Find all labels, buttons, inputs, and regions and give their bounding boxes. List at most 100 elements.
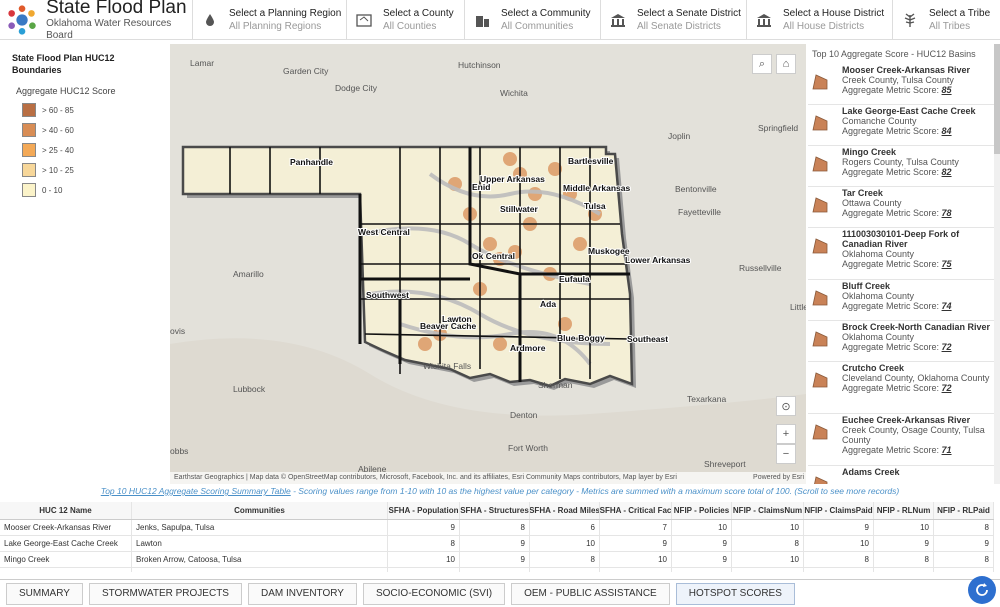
table-row[interactable]: Tar CreekMiami, Commerce, North Miami, P… — [0, 568, 994, 572]
zoom-in-button[interactable]: + — [776, 424, 796, 444]
table-cell: 10 — [600, 568, 672, 572]
basin-name: Lake George-East Cache Creek — [842, 106, 976, 116]
score-label: Aggregate Metric Score: — [842, 85, 942, 95]
tab-oem-public-assistance[interactable]: OEM - PUBLIC ASSISTANCE — [511, 582, 670, 605]
column-header[interactable]: NFIP - Policies — [672, 502, 732, 519]
selector-label: Select a Tribe — [929, 8, 991, 19]
table-cell: 8 — [934, 552, 994, 567]
basin-list-item[interactable]: Tar Creek Ottawa County Aggregate Metric S… — [808, 187, 994, 228]
column-header[interactable]: NFIP - RLNum — [874, 502, 934, 519]
basin-list-item[interactable]: Lake George-East Cache Creek Comanche Cou… — [808, 105, 994, 146]
place-label: Russellville — [739, 263, 782, 273]
place-label: Shreveport — [704, 459, 746, 469]
brand-logo-icon — [8, 4, 36, 35]
basin-score[interactable]: 72 — [942, 383, 952, 393]
column-header[interactable]: SFHA - Road Miles — [530, 502, 600, 519]
app-subtitle: Oklahoma Water Resources Board — [46, 17, 172, 41]
table-cell: 8 — [530, 568, 600, 572]
scoring-table[interactable]: HUC 12 Name Communities SFHA - Population S… — [0, 502, 994, 572]
table-row[interactable]: Mingo Creek Broken Arrow, Catoosa, Tulsa 1… — [0, 552, 994, 568]
place-label: Wichita — [500, 88, 528, 98]
column-header[interactable]: Communities — [132, 502, 388, 519]
basin-score[interactable]: 78 — [942, 208, 952, 218]
basin-score[interactable]: 82 — [942, 167, 952, 177]
basin-score[interactable]: 72 — [942, 342, 952, 352]
selector-label: Select a Community — [501, 8, 591, 19]
top10-scrollbar-thumb[interactable] — [994, 44, 1000, 154]
basin-name: Euchee Creek-Arkansas River — [842, 415, 971, 425]
community-selector[interactable]: Select a Community All Communities — [464, 0, 600, 40]
basin-score[interactable]: 84 — [942, 126, 952, 136]
basin-shape-icon — [812, 115, 828, 131]
column-header[interactable]: SFHA - Structures — [460, 502, 530, 519]
selector-value: All Planning Regions — [229, 21, 322, 32]
oklahoma-map[interactable]: Lamar Garden City Dodge City Hutchinson Wich… — [170, 44, 806, 484]
top10-basins-panel[interactable]: Top 10 Aggregate Score - HUC12 Basins Mo… — [808, 44, 994, 484]
tab-socio-economic-svi[interactable]: SOCIO-ECONOMIC (SVI) — [362, 582, 506, 605]
capitol-icon — [757, 14, 771, 27]
score-label: Aggregate Metric Score: — [842, 383, 942, 393]
basin-name: Crutcho Creek — [842, 363, 905, 373]
region-label: Panhandle — [290, 157, 333, 167]
tab-stormwater-projects[interactable]: STORMWATER PROJECTS — [88, 582, 242, 605]
basin-score[interactable]: 85 — [942, 85, 952, 95]
place-label: Sherman — [538, 380, 573, 390]
tab-hotspot-scores[interactable]: HOTSPOT SCORES — [675, 582, 795, 605]
legend-item: 0 - 10 — [4, 180, 170, 200]
map-home-button[interactable]: ⌂ — [776, 54, 796, 74]
planning-region-selector[interactable]: Select a Planning Region All Planning Reg… — [192, 0, 346, 40]
column-header[interactable]: NFIP - ClaimsPaid — [804, 502, 874, 519]
column-header[interactable]: SFHA - Critical Fac — [600, 502, 672, 519]
table-row[interactable]: Lake George-East Cache Creek Lawton 8 9 10 9 9… — [0, 536, 994, 552]
basin-score[interactable]: 75 — [942, 259, 952, 269]
selector-label: Select a Planning Region — [229, 8, 342, 19]
column-header[interactable]: NFIP - ClaimsNum — [732, 502, 804, 519]
basin-list-item[interactable]: Adams Creek — [808, 466, 994, 484]
place-label: Lamar — [190, 58, 214, 68]
tab-summary[interactable]: SUMMARY — [6, 582, 83, 605]
selector-value: All Counties — [383, 21, 437, 32]
map-search-button[interactable]: ⌕ — [752, 54, 772, 74]
table-cell: 8 — [874, 568, 934, 572]
basin-list-item[interactable]: 111003030101-Deep Fork of Canadian River… — [808, 228, 994, 280]
basin-score[interactable]: 71 — [942, 445, 952, 455]
refresh-button[interactable] — [968, 576, 996, 604]
table-cell: 10 — [804, 536, 874, 551]
column-header[interactable]: SFHA - Population — [388, 502, 460, 519]
map-view[interactable]: Lamar Garden City Dodge City Hutchinson Wich… — [170, 44, 806, 484]
column-header[interactable]: HUC 12 Name — [0, 502, 132, 519]
basin-list-item[interactable]: Euchee Creek-Arkansas River Creek County,… — [808, 414, 994, 466]
legend-label: > 40 - 60 — [42, 125, 74, 135]
table-cell: 9 — [388, 520, 460, 535]
county-selector[interactable]: Select a County All Counties — [346, 0, 464, 40]
house-district-selector[interactable]: Select a House District All House Distric… — [746, 0, 892, 40]
basin-county: Rogers County, Tulsa County — [842, 157, 959, 167]
region-label: Tulsa — [584, 201, 606, 211]
tab-dam-inventory[interactable]: DAM INVENTORY — [247, 582, 357, 605]
basin-list-item[interactable]: Bluff Creek Oklahoma County Aggregate Metr… — [808, 280, 994, 321]
basin-county: Oklahoma County — [842, 332, 915, 342]
basin-list-item[interactable]: Mooser Creek-Arkansas River Creek County,… — [808, 64, 994, 105]
basin-list-item[interactable]: Crutcho Creek Cleveland County, Oklahoma … — [808, 362, 994, 414]
basin-list-item[interactable]: Brock Creek-North Canadian River Oklahoma… — [808, 321, 994, 362]
basin-score-row: Aggregate Metric Score: 85 — [842, 85, 970, 95]
basin-list-item[interactable]: Mingo Creek Rogers County, Tulsa County Ag… — [808, 146, 994, 187]
table-row[interactable]: Mooser Creek-Arkansas River Jenks, Sapulp… — [0, 520, 994, 536]
basin-score[interactable]: 74 — [942, 301, 952, 311]
tribe-selector[interactable]: Select a Tribe All Tribes — [892, 0, 994, 40]
hotspot-marker — [493, 337, 507, 351]
top10-title: Top 10 Aggregate Score - HUC12 Basins — [812, 49, 976, 59]
place-label: Garden City — [283, 66, 329, 76]
selector-value: All Tribes — [929, 21, 971, 32]
selector-value: All House Districts — [783, 21, 865, 32]
table-cell: 10 — [732, 568, 804, 572]
app-title: State Flood Plan — [46, 0, 187, 18]
column-header[interactable]: NFIP - RLPaid — [934, 502, 994, 519]
legend-item: > 60 - 85 — [4, 100, 170, 120]
zoom-out-button[interactable]: − — [776, 444, 796, 464]
summary-table-link[interactable]: Top 10 HUC12 Aggregate Scoring Summary T… — [101, 486, 291, 496]
map-locate-button[interactable]: ⊙ — [776, 396, 796, 416]
senate-district-selector[interactable]: Select a Senate District All Senate Distr… — [600, 0, 746, 40]
legend-swatch — [22, 183, 36, 197]
place-label: ovis — [170, 326, 185, 336]
